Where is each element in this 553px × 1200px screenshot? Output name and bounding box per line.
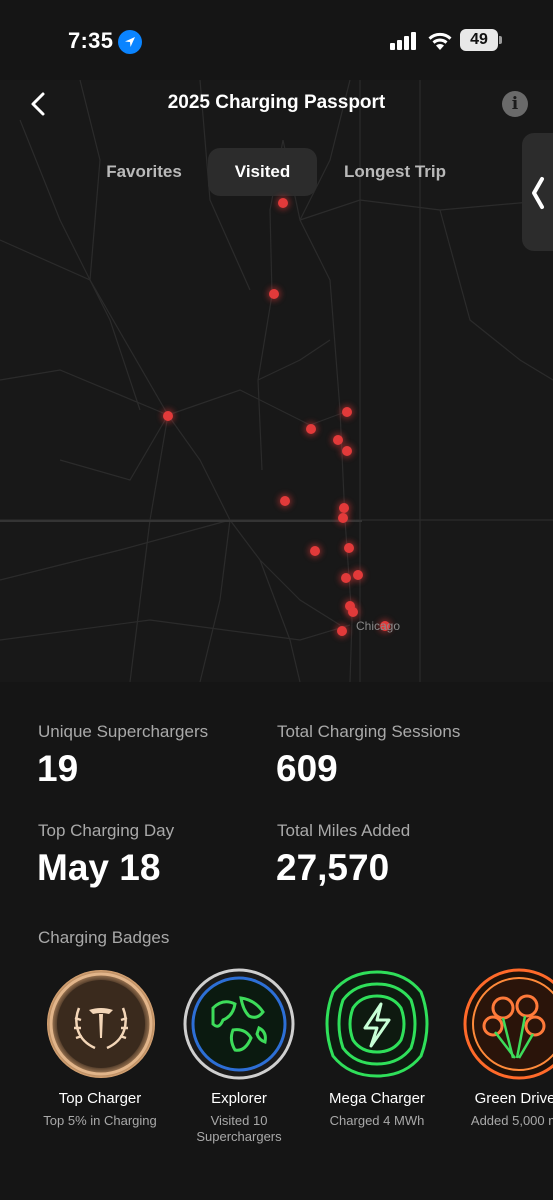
total-sessions-label: Total Charging Sessions <box>277 722 461 741</box>
supercharger-pin[interactable] <box>280 496 290 506</box>
total-sessions-value: 609 <box>276 748 338 789</box>
total-miles-value: 27,570 <box>276 847 390 888</box>
badge-name: Mega Charger <box>329 1090 425 1107</box>
supercharger-pin[interactable] <box>306 424 316 434</box>
supercharger-pin[interactable] <box>269 289 279 299</box>
badge-name: Explorer <box>211 1090 267 1107</box>
badge-desc: Visited 10 Superchargers <box>196 1113 282 1144</box>
wifi-icon <box>428 32 452 50</box>
location-arrow-icon <box>118 30 142 54</box>
supercharger-pin[interactable] <box>344 543 354 553</box>
supercharger-pin[interactable] <box>333 435 343 445</box>
lightning-icon <box>325 970 429 1078</box>
tab-visited[interactable]: Visited <box>208 148 317 196</box>
supercharger-pin[interactable] <box>342 407 352 417</box>
supercharger-pin[interactable] <box>339 503 349 513</box>
battery-icon: 49 <box>460 29 498 51</box>
laurel-tesla-icon <box>47 970 155 1078</box>
supercharger-pin[interactable] <box>338 513 348 523</box>
battery-cap <box>499 36 502 44</box>
supercharger-pin[interactable] <box>163 411 173 421</box>
supercharger-pin[interactable] <box>337 626 347 636</box>
tab-favorites[interactable]: Favorites <box>96 148 192 196</box>
badge-desc: Charged 4 MWh <box>329 1113 425 1128</box>
supercharger-pin[interactable] <box>342 446 352 456</box>
supercharger-pin[interactable] <box>310 546 320 556</box>
supercharger-pin[interactable] <box>278 198 288 208</box>
tab-longest-trip[interactable]: Longest Trip <box>333 148 457 196</box>
page-title: 2025 Charging Passport <box>167 92 386 113</box>
cellular-signal-icon <box>390 32 416 50</box>
unique-superchargers-label: Unique Superchargers <box>38 722 209 741</box>
charging-badges-title: Charging Badges <box>38 928 170 947</box>
badge-name: Top Charger <box>58 1090 142 1107</box>
status-bar: 7:35 49 <box>0 0 553 80</box>
badge-desc: Top 5% in Charging <box>43 1113 157 1128</box>
map-city-label: Chicago <box>356 619 401 633</box>
top-charging-day-label: Top Charging Day <box>38 821 175 840</box>
supercharger-pin[interactable] <box>348 607 358 617</box>
badge-desc: Added 5,000 m <box>470 1113 553 1128</box>
side-panel-handle[interactable] <box>522 133 553 251</box>
supercharger-pin[interactable] <box>341 573 351 583</box>
badge-name: Green Drive <box>474 1090 553 1107</box>
top-charging-day-value: May 18 <box>37 847 161 888</box>
total-miles-label: Total Miles Added <box>277 821 411 840</box>
supercharger-pin[interactable] <box>353 570 363 580</box>
info-icon[interactable]: i <box>502 91 528 117</box>
unique-superchargers-value: 19 <box>37 748 79 789</box>
flower-icon <box>463 968 553 1080</box>
globe-icon <box>183 968 295 1080</box>
status-time: 7:35 <box>68 28 114 53</box>
chevron-left-icon <box>532 177 544 209</box>
